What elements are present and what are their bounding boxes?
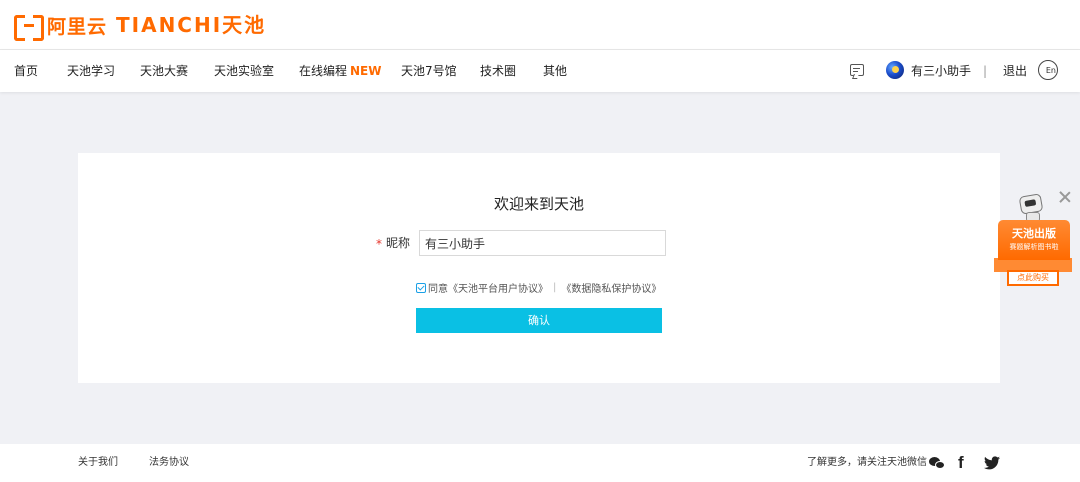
buy-button[interactable]: 点此购买 bbox=[1007, 270, 1059, 286]
nav-item-online-coding-label: 在线编程 bbox=[299, 64, 348, 78]
nav-item-hall7[interactable]: 天池7号馆 bbox=[401, 50, 457, 92]
nav-item-tech-circle[interactable]: 技术圈 bbox=[480, 50, 516, 92]
footer: 关于我们 法务协议 了解更多，请关注天池微信 f bbox=[0, 444, 1080, 482]
message-icon[interactable] bbox=[850, 64, 864, 76]
nav-separator: | bbox=[983, 64, 988, 78]
aliyun-logo[interactable]: 阿里云 bbox=[14, 12, 108, 41]
aliyun-mark-icon bbox=[14, 15, 44, 41]
promo-title: 天池出版 bbox=[1012, 227, 1056, 240]
facebook-icon[interactable]: f bbox=[958, 453, 964, 473]
welcome-card: 欢迎来到天池 * 昵称 同意 《天池平台用户协议》 | 《数据隐私保护协议》 确… bbox=[78, 153, 1000, 383]
language-label: En bbox=[1045, 66, 1056, 75]
language-icon[interactable]: En bbox=[1038, 60, 1058, 80]
new-badge: NEW bbox=[350, 64, 382, 78]
twitter-icon[interactable] bbox=[984, 456, 1000, 470]
logo-bar: 阿里云 TIANCHI天池 bbox=[0, 0, 1080, 50]
avatar[interactable] bbox=[886, 61, 904, 79]
required-mark: * bbox=[376, 237, 382, 251]
aliyun-logo-text: 阿里云 bbox=[47, 15, 108, 38]
user-name[interactable]: 有三小助手 bbox=[911, 50, 971, 92]
close-icon[interactable] bbox=[1058, 190, 1072, 204]
about-us-link[interactable]: 关于我们 bbox=[78, 444, 118, 482]
legal-link[interactable]: 法务协议 bbox=[149, 444, 189, 482]
agreement-divider: | bbox=[553, 282, 557, 293]
nav-item-online-coding[interactable]: 在线编程 NEW bbox=[299, 50, 382, 92]
nickname-label: 昵称 bbox=[386, 236, 411, 250]
nav-item-learning[interactable]: 天池学习 bbox=[67, 50, 115, 92]
nickname-input[interactable] bbox=[419, 230, 666, 256]
nav-item-competition[interactable]: 天池大赛 bbox=[140, 50, 188, 92]
nav-item-home[interactable]: 首页 bbox=[14, 50, 38, 92]
agreement-row: 同意 《天池平台用户协议》 | 《数据隐私保护协议》 bbox=[416, 280, 661, 295]
promo-subtitle: 赛题解析图书啦 bbox=[1009, 243, 1059, 251]
follow-text: 了解更多，请关注天池微信 bbox=[807, 457, 927, 468]
tianchi-logo[interactable]: TIANCHI天池 bbox=[116, 12, 266, 38]
agree-checkbox[interactable] bbox=[416, 282, 426, 293]
privacy-agreement-link[interactable]: 《数据隐私保护协议》 bbox=[561, 280, 661, 295]
wechat-icon[interactable] bbox=[929, 457, 945, 470]
promo-badge[interactable]: 天池出版 赛题解析图书啦 bbox=[998, 220, 1070, 260]
logout-link[interactable]: 退出 bbox=[1003, 50, 1027, 92]
nav-item-other[interactable]: 其他 bbox=[543, 50, 567, 92]
nav-item-lab[interactable]: 天池实验室 bbox=[214, 50, 274, 92]
page-title: 欢迎来到天池 bbox=[493, 195, 584, 213]
user-agreement-link[interactable]: 《天池平台用户协议》 bbox=[448, 280, 548, 295]
agree-prefix: 同意 bbox=[428, 284, 448, 295]
main-nav: 首页 天池学习 天池大赛 天池实验室 在线编程 NEW 天池7号馆 技术圈 其他 … bbox=[0, 50, 1080, 92]
confirm-button[interactable]: 确认 bbox=[416, 308, 662, 333]
